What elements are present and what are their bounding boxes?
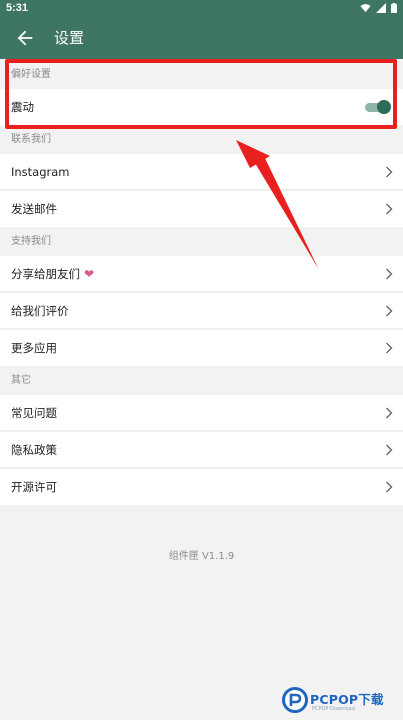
section-header-support: 支持我们 — [11, 236, 51, 247]
chevron-right-icon — [386, 481, 393, 493]
chevron-right-icon — [386, 305, 393, 317]
row-label: 开源许可 — [11, 480, 57, 494]
other-privacy-row[interactable]: 隐私政策 — [0, 432, 403, 468]
chevron-right-icon — [386, 444, 393, 456]
section-header-contact: 联系我们 — [11, 134, 51, 145]
vibrate-row[interactable]: 震动 — [0, 89, 403, 125]
row-label: 更多应用 — [11, 341, 57, 355]
status-bar: 5:31 — [0, 0, 403, 17]
version-text: 组件匣 V1.1.9 — [168, 551, 235, 562]
chevron-right-icon — [386, 407, 393, 419]
section-header-other: 其它 — [11, 375, 31, 386]
chevron-right-icon — [386, 166, 393, 178]
signal-icon — [376, 3, 386, 13]
battery-icon — [391, 3, 397, 13]
status-icons — [360, 3, 397, 13]
support-more-apps-row[interactable]: 更多应用 — [0, 330, 403, 366]
row-label: 分享给朋友们 — [11, 267, 80, 281]
row-label: 发送邮件 — [11, 202, 57, 216]
wifi-icon — [360, 4, 371, 13]
vibrate-label: 震动 — [11, 100, 34, 114]
heart-icon: ❤ — [84, 267, 95, 281]
chevron-right-icon — [386, 203, 393, 215]
watermark: PCPOP下载 PCPOP Download — [280, 683, 403, 720]
other-faq-row[interactable]: 常见问题 — [0, 395, 403, 431]
toggle-thumb — [377, 100, 391, 114]
chevron-right-icon — [386, 342, 393, 354]
section-header-preferences: 偏好设置 — [11, 69, 51, 80]
row-label: Instagram — [11, 165, 70, 179]
support-rate-row[interactable]: 给我们评价 — [0, 293, 403, 329]
app-bar: 设置 — [0, 17, 403, 59]
back-arrow-icon[interactable] — [14, 27, 36, 49]
row-label: 隐私政策 — [11, 443, 57, 457]
row-label: 给我们评价 — [11, 304, 69, 318]
watermark-sub: PCPOP Download — [312, 706, 355, 712]
page-title: 设置 — [54, 29, 85, 47]
status-time: 5:31 — [6, 2, 29, 14]
pcpop-logo-icon — [282, 687, 308, 713]
vibrate-toggle[interactable] — [365, 100, 391, 114]
chevron-right-icon — [386, 268, 393, 280]
contact-instagram-row[interactable]: Instagram — [0, 154, 403, 190]
contact-email-row[interactable]: 发送邮件 — [0, 191, 403, 227]
row-label: 常见问题 — [11, 406, 57, 420]
other-license-row[interactable]: 开源许可 — [0, 469, 403, 505]
support-share-row[interactable]: 分享给朋友们 ❤ — [0, 256, 403, 292]
